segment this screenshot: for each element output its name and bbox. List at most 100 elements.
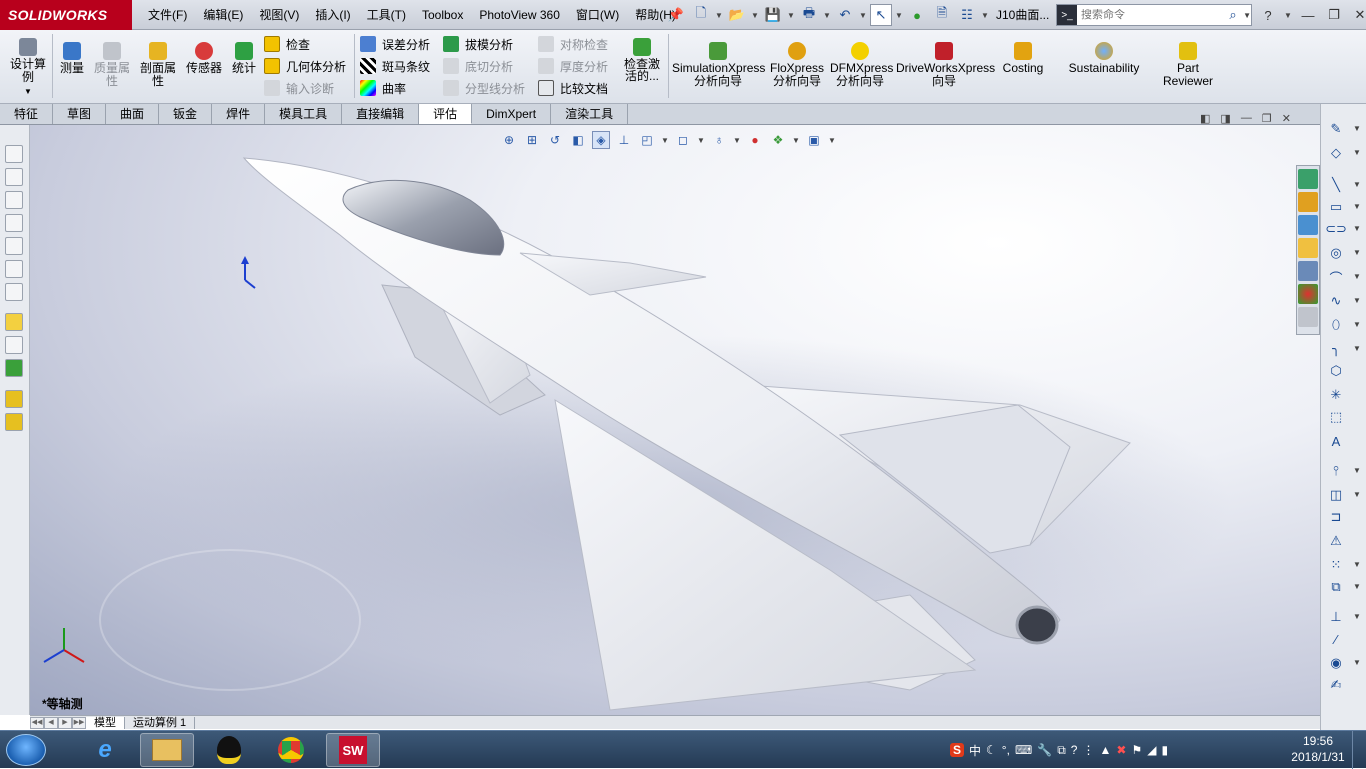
sogou-ime-icon[interactable]: S: [950, 743, 965, 757]
circle-icon[interactable]: ◎: [1327, 244, 1345, 262]
view-isometric-icon[interactable]: [5, 283, 23, 301]
search-icon[interactable]: ⌕: [1223, 7, 1243, 23]
smart-dim-icon[interactable]: ◇: [1327, 144, 1345, 162]
slot-dropdown-icon[interactable]: ▼: [1353, 224, 1361, 233]
ellipse-icon[interactable]: ⬯: [1327, 316, 1345, 334]
view-bottom-icon[interactable]: [5, 260, 23, 278]
draft-analysis-button[interactable]: 拔模分析: [443, 34, 513, 54]
solidworks-resources-icon[interactable]: [1298, 169, 1318, 189]
tab-model[interactable]: 模型: [86, 716, 125, 729]
show-hidden-icons-icon[interactable]: ▲: [1099, 743, 1111, 757]
design-study-button[interactable]: 设计算例 ▼: [8, 38, 48, 98]
compare-documents-button[interactable]: 比较文档: [538, 78, 608, 98]
convert-dropdown-icon[interactable]: ▼: [1353, 490, 1361, 499]
layer-icon[interactable]: [5, 390, 23, 408]
menu-edit[interactable]: 编辑(E): [195, 0, 251, 30]
solidworks-logo[interactable]: SOLIDWORKS: [0, 0, 132, 30]
tab-sheet-metal[interactable]: 钣金: [159, 104, 213, 124]
minimize-icon[interactable]: —: [1298, 8, 1318, 23]
viewport-restore-icon[interactable]: ❐: [1262, 112, 1272, 125]
view-palette-icon[interactable]: [1298, 261, 1318, 281]
wrench-icon[interactable]: 🔧: [1037, 743, 1052, 757]
text-icon[interactable]: A: [1327, 432, 1345, 450]
help-dropdown-icon[interactable]: ▼: [1284, 11, 1292, 20]
viewport-minimize-icon[interactable]: —: [1241, 112, 1252, 125]
convert-entities-icon[interactable]: ◫: [1327, 486, 1345, 504]
prev-tab-icon[interactable]: ◀: [44, 716, 58, 729]
viewport-close-icon[interactable]: ✕: [1282, 112, 1291, 125]
smart-dimension-icon[interactable]: [5, 336, 23, 354]
floxpress-button[interactable]: FloXpress 分析向导: [768, 42, 826, 88]
search-input[interactable]: [1077, 9, 1224, 21]
home-icon[interactable]: [1298, 192, 1318, 212]
network-error-icon[interactable]: ✖: [1116, 743, 1126, 757]
quick-snaps-icon[interactable]: ◉: [1327, 654, 1345, 672]
curvature-button[interactable]: 曲率: [360, 78, 406, 98]
pattern-dropdown-icon[interactable]: ▼: [1353, 560, 1361, 569]
sketch-dropdown-icon[interactable]: ▼: [1353, 124, 1361, 133]
snaps-dropdown-icon[interactable]: ▼: [1353, 658, 1361, 667]
open-folder-icon[interactable]: 📂: [726, 4, 748, 26]
menu-view[interactable]: 视图(V): [251, 0, 307, 30]
tab-direct-editing[interactable]: 直接编辑: [342, 104, 420, 124]
mirror-icon[interactable]: ⫯: [1327, 462, 1345, 480]
offset-entities-icon[interactable]: ⊐: [1327, 508, 1345, 526]
clock[interactable]: 19:56 2018/1/31: [1288, 733, 1348, 765]
slot-icon[interactable]: ⊂⊃: [1325, 220, 1347, 238]
mass-properties-button[interactable]: 质量属性: [92, 42, 132, 88]
sketch-icon[interactable]: ✎: [1327, 120, 1345, 138]
arc-dropdown-icon[interactable]: ▼: [1353, 272, 1361, 281]
volume-icon[interactable]: ◢: [1147, 743, 1156, 757]
help-icon[interactable]: ?: [1258, 8, 1278, 23]
qq-icon[interactable]: [202, 733, 256, 767]
moon-icon[interactable]: ☾: [986, 743, 997, 757]
tab-mold-tools[interactable]: 模具工具: [265, 104, 343, 124]
keyboard-icon[interactable]: ⌨: [1015, 743, 1032, 757]
tab-features[interactable]: 特征: [0, 104, 54, 124]
part-reviewer-button[interactable]: Part Reviewer: [1160, 42, 1216, 88]
tray-help-icon[interactable]: ?: [1071, 743, 1078, 757]
sensor-button[interactable]: 传感器: [184, 42, 224, 75]
internet-explorer-icon[interactable]: e: [78, 733, 132, 767]
restore-icon[interactable]: ❐: [1324, 7, 1344, 23]
line-icon[interactable]: ╲: [1327, 176, 1345, 194]
print-icon[interactable]: 🖶: [798, 4, 820, 26]
ime-mode[interactable]: 中: [969, 742, 981, 759]
rapid-sketch-icon[interactable]: ✍: [1327, 676, 1345, 694]
jet-fighter-model[interactable]: [30, 125, 1320, 715]
select-arrow-icon[interactable]: ↖: [870, 4, 892, 26]
point-icon[interactable]: ✳: [1327, 386, 1345, 404]
tab-evaluate[interactable]: 评估: [419, 104, 473, 124]
sustainability-button[interactable]: Sustainability: [1064, 42, 1144, 75]
relations-dropdown-icon[interactable]: ▼: [1353, 612, 1361, 621]
move-entities-icon[interactable]: ⧉: [1327, 578, 1345, 596]
symmetry-check-button[interactable]: 对称检查: [538, 34, 608, 54]
options-dropdown-icon[interactable]: ▼: [981, 11, 989, 20]
file-explorer-taskbar-icon[interactable]: [140, 733, 194, 767]
last-tab-icon[interactable]: ▶▶: [72, 716, 86, 729]
print-dropdown-icon[interactable]: ▼: [823, 11, 831, 20]
external-link-icon[interactable]: ⧉: [1057, 743, 1066, 758]
tab-motion-study[interactable]: 运动算例 1: [125, 716, 196, 729]
view-left-icon[interactable]: [5, 191, 23, 209]
polygon-icon[interactable]: ⬡: [1327, 362, 1345, 380]
tab-sketch[interactable]: 草图: [53, 104, 107, 124]
geometry-analysis-button[interactable]: 几何体分析: [264, 56, 346, 76]
tab-weldments[interactable]: 焊件: [212, 104, 266, 124]
view-front-icon[interactable]: [5, 145, 23, 163]
options-icon[interactable]: ☷: [956, 4, 978, 26]
select-dropdown-icon[interactable]: ▼: [895, 11, 903, 20]
reference-triad-icon[interactable]: [43, 628, 85, 663]
dfmxpress-button[interactable]: DFMXpress 分析向导: [830, 42, 893, 88]
check-active-document-button[interactable]: 检查激活的...: [622, 38, 662, 84]
measure-button[interactable]: 测量: [56, 42, 88, 75]
punctuation-icon[interactable]: °,: [1002, 743, 1010, 757]
tile-right-icon[interactable]: ◨: [1220, 112, 1230, 125]
graphics-viewport[interactable]: ⊕ ⊞ ↺ ◧ ◈ ⊥ ◰ ▼ ◻ ▼ ♁ ▼ ● ❖ ▼ ▣ ▼ *等轴测: [30, 125, 1320, 715]
linear-pattern-icon[interactable]: ⁙: [1327, 556, 1345, 574]
simulationxpress-button[interactable]: SimulationXpress 分析向导: [672, 42, 765, 88]
pin-icon[interactable]: 📌: [665, 4, 687, 26]
undercut-analysis-button[interactable]: 底切分析: [443, 56, 513, 76]
new-document-icon[interactable]: 🗋: [690, 4, 712, 26]
arc-icon[interactable]: ⌒: [1327, 268, 1345, 286]
